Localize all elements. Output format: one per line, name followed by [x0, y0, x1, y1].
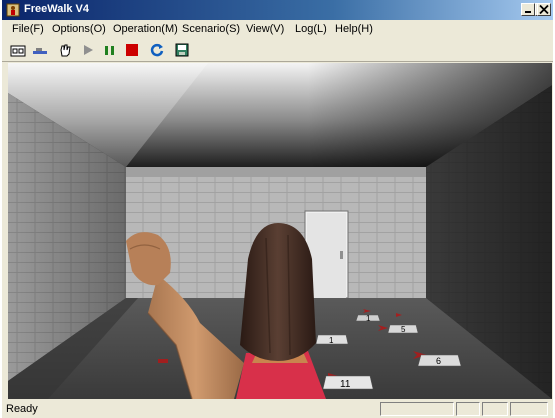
- status-text: Ready: [6, 403, 38, 415]
- floor-marker: 11: [340, 379, 351, 390]
- save-icon[interactable]: [174, 42, 190, 58]
- floor-marker: 6: [436, 356, 441, 366]
- pause-icon[interactable]: [102, 42, 118, 58]
- minimize-icon: [525, 11, 531, 13]
- stop-icon[interactable]: [124, 42, 140, 58]
- menu-operation[interactable]: Operation(M): [113, 23, 178, 35]
- app-icon: [6, 3, 20, 17]
- floor-marker: 1: [329, 336, 334, 345]
- menu-view[interactable]: View(V): [246, 23, 284, 35]
- window-title: FreeWalk V4: [24, 3, 90, 15]
- status-bar: Ready: [2, 400, 553, 418]
- 3d-view[interactable]: 1 5 1 6 11: [8, 63, 552, 399]
- scene: 1 5 1 6 11: [8, 63, 552, 399]
- title-bar[interactable]: FreeWalk V4: [2, 0, 553, 20]
- status-pane: [510, 402, 548, 416]
- toolbar: [2, 39, 553, 62]
- close-icon: [539, 4, 549, 15]
- hand-icon[interactable]: [57, 42, 73, 58]
- menu-help[interactable]: Help(H): [335, 23, 373, 35]
- open-folder-icon[interactable]: [10, 42, 26, 58]
- play-icon[interactable]: [80, 42, 96, 58]
- status-pane: [380, 402, 454, 416]
- menu-file[interactable]: File(F): [12, 23, 44, 35]
- status-pane: [456, 402, 480, 416]
- app-window: FreeWalk V4 File(F) Options(O) Operation…: [2, 0, 553, 418]
- floor-marker: 5: [401, 325, 406, 334]
- menu-bar: File(F) Options(O) Operation(M) Scenario…: [2, 20, 553, 39]
- walk-icon[interactable]: [32, 42, 48, 58]
- refresh-icon[interactable]: [149, 42, 165, 58]
- status-pane: [482, 402, 508, 416]
- menu-scenario[interactable]: Scenario(S): [182, 23, 240, 35]
- floor-marker: 1: [366, 314, 371, 323]
- minimize-button[interactable]: [521, 3, 535, 16]
- menu-log[interactable]: Log(L): [295, 23, 327, 35]
- menu-options[interactable]: Options(O): [52, 23, 106, 35]
- close-button[interactable]: [537, 3, 551, 16]
